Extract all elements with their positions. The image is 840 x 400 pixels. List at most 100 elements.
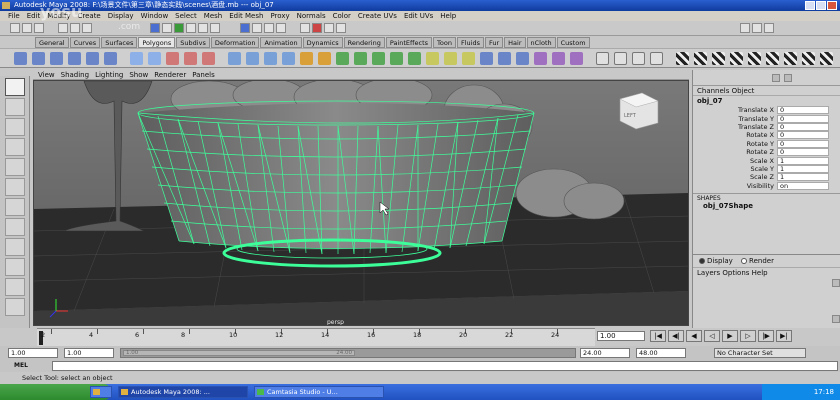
panel-menu-view[interactable]: View	[38, 70, 55, 79]
menu-edit-uvs[interactable]: Edit UVs	[404, 11, 433, 21]
scale-tool-icon[interactable]	[5, 178, 25, 196]
mel-input[interactable]	[52, 361, 838, 371]
menu-layer-help[interactable]: Help	[752, 269, 768, 277]
playback-start-field[interactable]: 1.00	[64, 348, 114, 358]
tab-dynamics[interactable]: Dynamics	[302, 37, 343, 48]
playback-end-field[interactable]: 24.00	[580, 348, 630, 358]
channel-box-icon[interactable]	[772, 74, 780, 82]
checker-icon[interactable]	[820, 52, 833, 65]
snap-to-grid-icon[interactable]	[240, 23, 250, 33]
object-name[interactable]: obj_07	[693, 96, 840, 106]
bevel-icon[interactable]	[408, 52, 421, 65]
tab-polygons[interactable]: Polygons	[138, 37, 176, 48]
mask-icon[interactable]	[198, 23, 208, 33]
checker-icon[interactable]	[784, 52, 797, 65]
step-forward-frame-icon[interactable]: ▷	[740, 330, 756, 342]
menu-help[interactable]: Help	[440, 11, 456, 21]
new-scene-icon[interactable]	[10, 23, 20, 33]
show-tool-settings-icon[interactable]	[752, 23, 762, 33]
taskbar-item-camtasia[interactable]: Camtasia Studio - U...	[254, 386, 384, 398]
menu-object[interactable]: Object	[732, 87, 755, 95]
panel-menu-panels[interactable]: Panels	[192, 70, 215, 79]
go-to-end-icon[interactable]: ▶|	[776, 330, 792, 342]
checker-icon[interactable]	[712, 52, 725, 65]
wedge-face-icon[interactable]	[516, 52, 529, 65]
panel-menu-show[interactable]: Show	[129, 70, 148, 79]
attr-value[interactable]: 1	[777, 156, 829, 165]
separate-icon[interactable]	[148, 52, 161, 65]
menu-display[interactable]: Display	[108, 11, 134, 21]
manipulator-tool-icon[interactable]	[5, 198, 25, 216]
attr-scale-z[interactable]: Scale Z1	[693, 173, 840, 182]
automatic-mapping-icon[interactable]	[650, 52, 663, 65]
play-backward-icon[interactable]: ◁	[704, 330, 720, 342]
harden-edge-icon[interactable]	[570, 52, 583, 65]
attr-value[interactable]: 1	[777, 173, 829, 182]
attr-value[interactable]: 0	[777, 131, 829, 140]
extract-icon[interactable]	[480, 52, 493, 65]
poly-cylinder-icon[interactable]	[50, 52, 63, 65]
panel-menu-shading[interactable]: Shading	[61, 70, 89, 79]
smooth-icon[interactable]	[228, 52, 241, 65]
render-layer-radio[interactable]: Render	[741, 255, 774, 267]
attr-value[interactable]: 1	[777, 164, 829, 173]
merge-edge-icon[interactable]	[444, 52, 457, 65]
checker-icon[interactable]	[802, 52, 815, 65]
minimize-button[interactable]	[805, 1, 815, 10]
current-frame-field[interactable]: 1.00	[597, 331, 645, 341]
menu-file[interactable]: File	[8, 11, 20, 21]
view-cube[interactable]: LEFT	[619, 92, 659, 130]
menu-proxy[interactable]: Proxy	[270, 11, 289, 21]
insert-edge-loop-icon[interactable]	[372, 52, 385, 65]
attr-rotate-z[interactable]: Rotate Z0	[693, 148, 840, 157]
combine-icon[interactable]	[130, 52, 143, 65]
play-forward-icon[interactable]: ▶	[722, 330, 738, 342]
open-scene-icon[interactable]	[22, 23, 32, 33]
snap-to-curve-icon[interactable]	[252, 23, 262, 33]
layout-single-icon[interactable]	[5, 238, 25, 256]
maximize-button[interactable]	[816, 1, 826, 10]
attr-translate-y[interactable]: Translate Y0	[693, 114, 840, 123]
soften-edge-icon[interactable]	[552, 52, 565, 65]
menu-create-uvs[interactable]: Create UVs	[358, 11, 397, 21]
attr-scale-y[interactable]: Scale Y1	[693, 164, 840, 173]
show-attribute-editor-icon[interactable]	[740, 23, 750, 33]
attr-value[interactable]: 0	[777, 148, 829, 157]
scroll-down-icon[interactable]	[832, 315, 840, 323]
character-set-menu[interactable]: No Character Set	[714, 348, 806, 358]
menu-select[interactable]: Select	[175, 11, 197, 21]
taskbar-item-maya[interactable]: Autodesk Maya 2008: ...	[118, 386, 248, 398]
attr-value[interactable]: 0	[777, 114, 829, 123]
menu-color[interactable]: Color	[333, 11, 351, 21]
mel-label[interactable]: MEL	[14, 362, 28, 369]
tab-curves[interactable]: Curves	[69, 37, 101, 48]
spherical-mapping-icon[interactable]	[632, 52, 645, 65]
layout-graph-icon[interactable]	[5, 298, 25, 316]
menu-channels[interactable]: Channels	[697, 87, 729, 95]
shape-name[interactable]: obj_07Shape	[693, 202, 840, 211]
menu-mesh[interactable]: Mesh	[204, 11, 222, 21]
poly-plane-icon[interactable]	[86, 52, 99, 65]
attr-scale-x[interactable]: Scale X1	[693, 156, 840, 165]
average-vertices-icon[interactable]	[246, 52, 259, 65]
collapse-icon[interactable]	[462, 52, 475, 65]
render-icon[interactable]	[312, 23, 322, 33]
attr-rotate-y[interactable]: Rotate Y0	[693, 139, 840, 148]
boolean-intersection-icon[interactable]	[202, 52, 215, 65]
checker-icon[interactable]	[730, 52, 743, 65]
range-slider[interactable]: 1.00 24.00	[120, 348, 576, 358]
render-settings-icon[interactable]	[336, 23, 346, 33]
display-layer-radio[interactable]: Display	[699, 255, 733, 267]
panel-menu-renderer[interactable]: Renderer	[154, 70, 186, 79]
range-handle[interactable]: 1.00 24.00	[123, 350, 355, 356]
fill-hole-icon[interactable]	[264, 52, 277, 65]
menu-window[interactable]: Window	[141, 11, 169, 21]
menu-normals[interactable]: Normals	[297, 11, 326, 21]
tab-subdivs[interactable]: Subdivs	[176, 37, 210, 48]
lasso-tool-icon[interactable]	[5, 98, 25, 116]
layout-four-icon[interactable]	[5, 258, 25, 276]
snap-to-view-plane-icon[interactable]	[276, 23, 286, 33]
show-channel-box-icon[interactable]	[764, 23, 774, 33]
menu-layers[interactable]: Layers	[697, 269, 720, 277]
mask-icon[interactable]	[210, 23, 220, 33]
